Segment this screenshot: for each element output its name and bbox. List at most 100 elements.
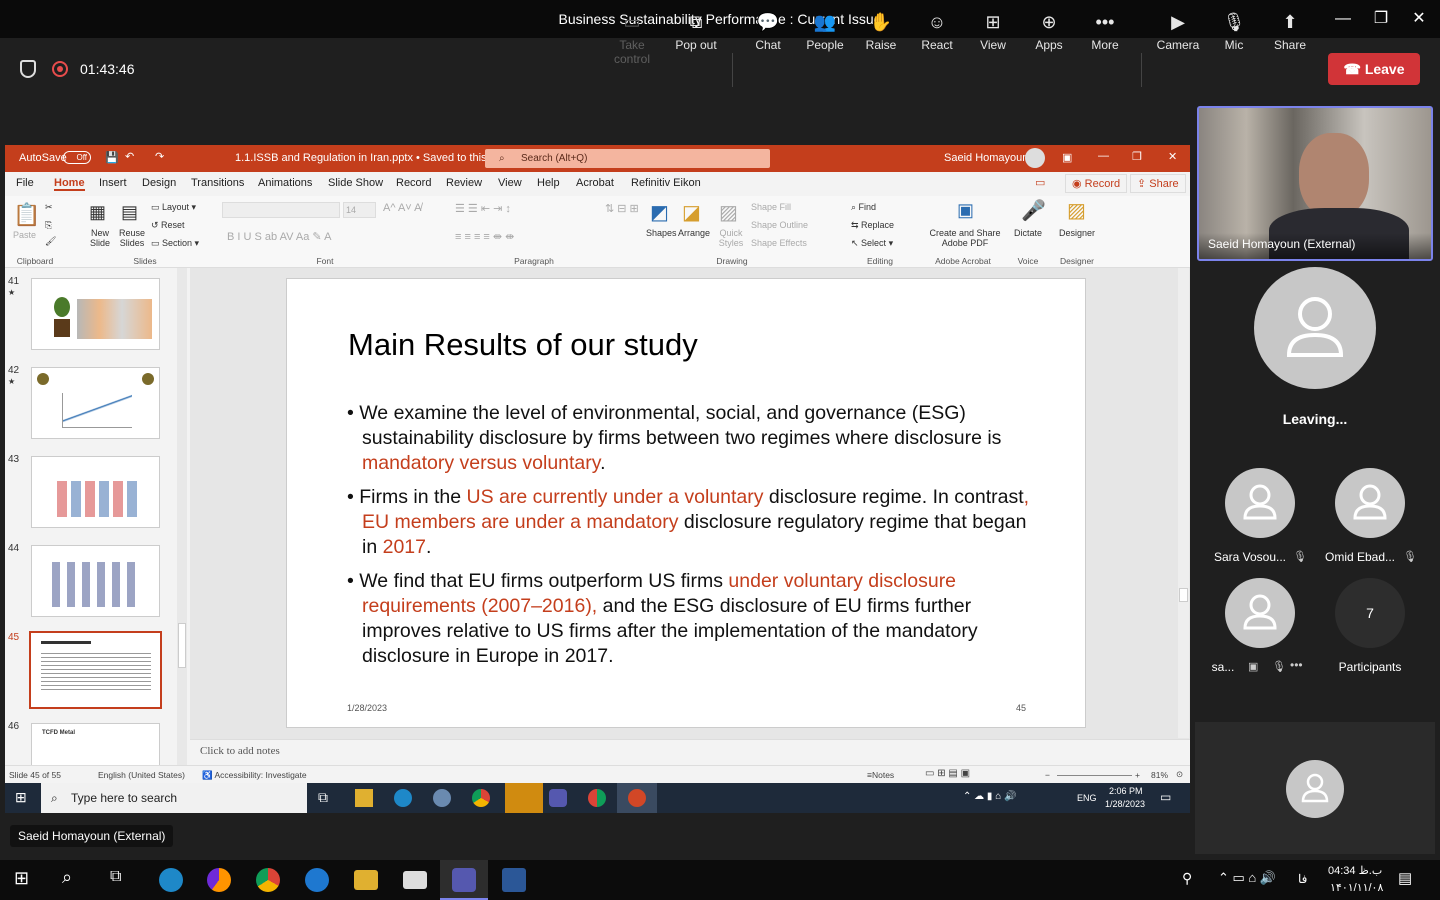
share-button[interactable]: ⬆ Share [1262, 10, 1318, 52]
powerpoint-taskbar-item[interactable] [617, 783, 657, 813]
copy-icon[interactable]: ⎘ [45, 220, 52, 231]
participant-count-badge[interactable]: 7 [1335, 578, 1405, 648]
raise-hand-button[interactable]: ✋ Raise [853, 10, 909, 52]
mic-button[interactable]: 🎙 Mic [1206, 10, 1262, 52]
quick-styles-button[interactable]: Quick Styles [713, 228, 749, 248]
avatar[interactable] [1254, 267, 1376, 389]
select-button[interactable]: ↖ Select ▾ [851, 238, 893, 249]
ppt-share-button[interactable]: ⇪ Share [1130, 174, 1186, 193]
align-icons[interactable]: ≡ ≡ ≡ ≡ ⇼ ⇼ [455, 230, 514, 243]
shape-outline-button[interactable]: Shape Outline [751, 220, 808, 230]
tab-animations[interactable]: Animations [258, 177, 312, 189]
format-painter-icon[interactable]: 🖌 [45, 236, 56, 247]
dictate-button[interactable]: Dictate [1014, 228, 1042, 238]
tab-record[interactable]: Record [396, 177, 431, 189]
slide-bullet-2[interactable]: • Firms in the US are currently under a … [347, 485, 1047, 560]
designer-button[interactable]: Designer [1059, 228, 1095, 238]
camera-button[interactable]: ▶ Camera [1150, 10, 1206, 52]
file-explorer-icon[interactable] [355, 789, 373, 807]
slide-thumbnail-43[interactable] [31, 456, 160, 528]
chrome-icon[interactable] [472, 789, 490, 807]
new-slide-button[interactable]: New Slide [85, 228, 115, 248]
chrome-icon[interactable] [588, 789, 606, 807]
font-format-icons[interactable]: B I U S ab AV Aa ✎ A [227, 230, 331, 243]
reuse-slides-button[interactable]: Reuse Slides [117, 228, 147, 248]
thumbnail-scrollbar[interactable] [177, 268, 187, 765]
more-button[interactable]: ••• More [1077, 10, 1133, 52]
apps-button[interactable]: ⊕ Apps [1021, 10, 1077, 52]
view-mode-icons[interactable]: ▭ ⊞ ▤ ▣ [925, 768, 970, 779]
quick-styles-icon[interactable]: ▨ [719, 200, 738, 225]
chat-button[interactable]: 💬 Chat [740, 10, 796, 52]
redo-icon[interactable]: ↷ [155, 150, 164, 163]
avatar[interactable] [1335, 468, 1405, 538]
increase-font-icon[interactable]: A^ A˅ A̸ [383, 202, 422, 214]
leave-button[interactable]: ☎ Leave [1328, 53, 1420, 85]
comments-icon[interactable]: ▭ [1035, 176, 1045, 189]
slide-thumbnail-41[interactable] [31, 278, 160, 350]
task-view-icon[interactable]: ⧉ [110, 868, 121, 886]
clock-date[interactable]: 1/28/2023 [1105, 799, 1145, 809]
text-direction-icon[interactable]: ⇅ ⊟ ⊞ [605, 202, 639, 215]
new-slide-icon[interactable]: ▦ [89, 202, 106, 223]
accessibility-status[interactable]: ♿ Accessibility: Investigate [202, 770, 307, 781]
slide-title[interactable]: Main Results of our study [348, 327, 698, 363]
slide-bullet-1[interactable]: • We examine the level of environmental,… [347, 401, 1047, 476]
paste-button[interactable]: Paste [13, 230, 36, 240]
create-pdf-button[interactable]: Create and Share Adobe PDF [925, 228, 1005, 248]
slide-thumbnail-44[interactable] [31, 545, 160, 617]
notes-pane[interactable]: Click to add notes [190, 739, 1190, 765]
search-box[interactable]: ⌕ Search (Alt+Q) [485, 149, 770, 168]
chrome-icon[interactable] [256, 868, 280, 892]
language-status[interactable]: English (United States) [98, 770, 185, 780]
shapes-button[interactable]: Shapes [646, 228, 677, 238]
avatar[interactable] [1225, 468, 1295, 538]
user-avatar[interactable] [1025, 148, 1045, 168]
app-icon[interactable] [433, 789, 451, 807]
font-size-field[interactable]: 14 [343, 202, 376, 218]
undo-icon[interactable]: ↶ [125, 150, 134, 163]
people-icon[interactable]: ⚲ [1182, 870, 1192, 887]
language-indicator[interactable]: ENG [1077, 793, 1097, 803]
teams-icon[interactable] [549, 789, 567, 807]
more-options-icon[interactable]: ••• [1290, 658, 1303, 672]
shape-fill-button[interactable]: Shape Fill [751, 202, 791, 212]
mail-icon[interactable] [403, 871, 427, 889]
tab-review[interactable]: Review [446, 177, 482, 189]
tab-design[interactable]: Design [142, 177, 176, 189]
edge-icon[interactable] [394, 789, 412, 807]
firefox-icon[interactable] [207, 868, 231, 892]
font-name-field[interactable] [222, 202, 340, 218]
pop-out-button[interactable]: ⧉ Pop out [668, 10, 724, 52]
presenter-video[interactable]: Saeid Homayoun (External) [1197, 106, 1433, 261]
list-format-icons[interactable]: ☰ ☰ ⇤ ⇥ ↕ [455, 202, 511, 215]
notification-icon[interactable]: ▭ [1160, 790, 1171, 804]
shape-effects-button[interactable]: Shape Effects [751, 238, 807, 248]
tab-file[interactable]: File [16, 177, 34, 189]
find-button[interactable]: ⌕ Find [851, 202, 876, 213]
tray-icons[interactable]: ⌃ ▭ ⌂ 🔊 [1218, 870, 1276, 886]
clock-date[interactable]: ۱۴۰۱/۱۱/۰۸ [1330, 881, 1383, 894]
ppt-minimize-button[interactable]: — [1098, 150, 1109, 162]
word-icon[interactable] [502, 868, 526, 892]
zoom-slider[interactable] [1057, 775, 1132, 776]
slide-canvas[interactable]: Main Results of our study • We examine t… [286, 278, 1086, 728]
teams-taskbar-item[interactable] [440, 860, 488, 900]
task-view-icon[interactable]: ⧉ [318, 789, 328, 806]
notification-icon[interactable]: ▤ [1398, 869, 1412, 887]
edge-icon[interactable] [305, 868, 329, 892]
save-icon[interactable]: 💾 [105, 151, 119, 164]
notes-toggle[interactable]: ≡Notes [867, 770, 894, 780]
view-button[interactable]: ⊞ View [965, 10, 1021, 52]
zoom-in-icon[interactable]: + [1135, 770, 1140, 780]
layout-button[interactable]: ▭ Layout ▾ [151, 202, 196, 213]
slide-bullet-3[interactable]: • We find that EU firms outperform US fi… [347, 569, 1047, 669]
ribbon-display-icon[interactable]: ▣ [1062, 151, 1072, 164]
windows-start-icon[interactable]: ⊞ [15, 789, 27, 806]
zoom-out-icon[interactable]: − [1045, 770, 1050, 780]
tab-transitions[interactable]: Transitions [191, 177, 244, 189]
slide-scrollbar[interactable] [1178, 268, 1189, 738]
taskbar-search[interactable]: ⌕ Type here to search [41, 783, 307, 813]
designer-icon[interactable]: ▨ [1067, 198, 1086, 223]
reuse-slides-icon[interactable]: ▤ [121, 202, 138, 223]
